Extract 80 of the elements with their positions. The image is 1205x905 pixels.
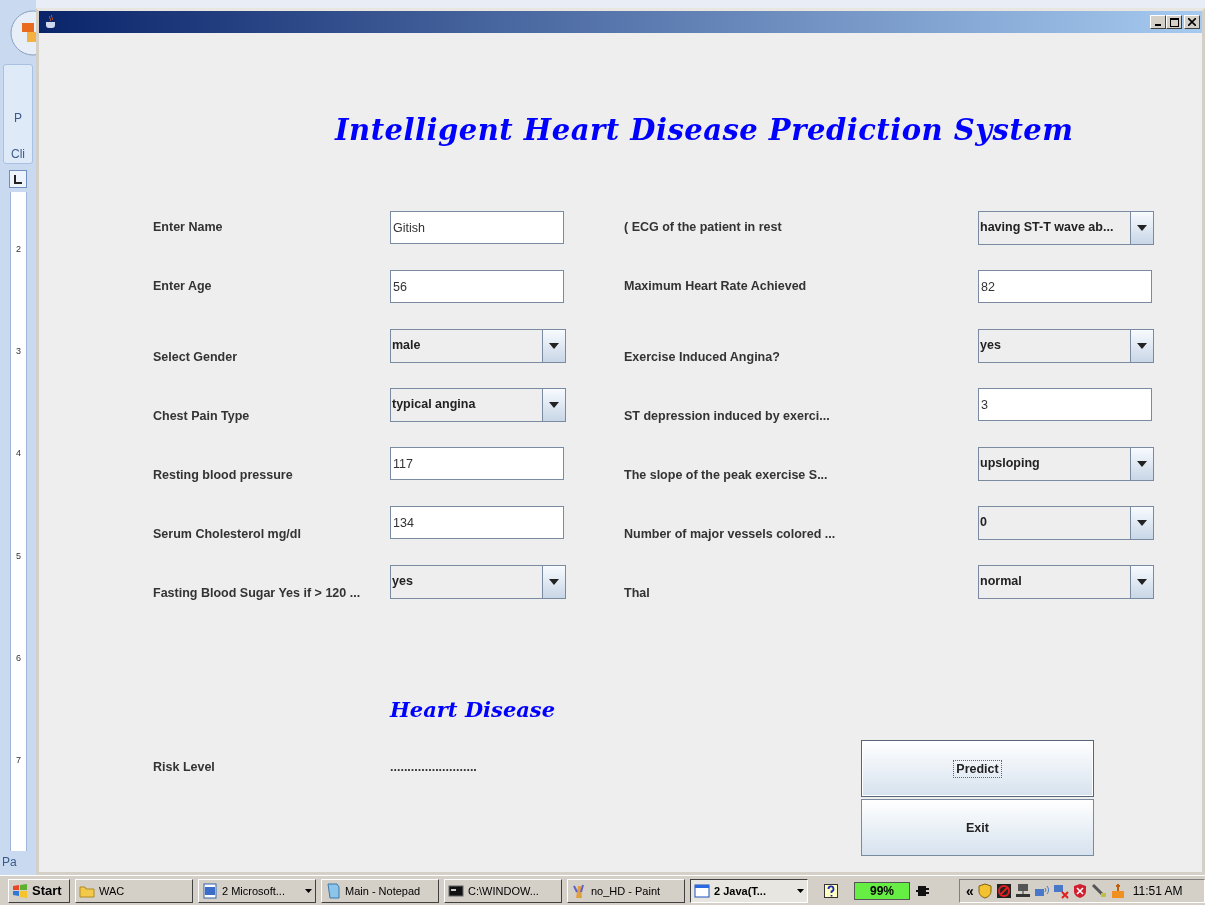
window-icon[interactable]	[694, 882, 710, 899]
ruler-number: 6	[16, 652, 21, 663]
field-label: Resting blood pressure	[153, 468, 293, 482]
field-label: ST depression induced by exerci...	[624, 409, 830, 423]
dropdown[interactable]: 0	[978, 506, 1154, 540]
ribbon-label: Cli	[11, 147, 25, 161]
tab-selector-icon[interactable]	[9, 170, 27, 188]
field-label: ( ECG of the patient in rest	[624, 220, 782, 234]
paint-icon[interactable]	[571, 882, 587, 899]
field-label: Maximum Heart Rate Achieved	[624, 279, 807, 293]
security-icon[interactable]	[1071, 882, 1088, 899]
taskbar-button[interactable]: 2 Java(T...	[690, 878, 808, 903]
terminal-icon[interactable]	[448, 882, 464, 899]
field-label: Enter Age	[153, 279, 212, 293]
exit-button[interactable]: Exit	[861, 799, 1094, 856]
app-heading: Intelligent Heart Disease Prediction System	[335, 112, 1074, 149]
close-icon[interactable]	[1188, 18, 1196, 26]
input-field[interactable]: 82	[978, 270, 1152, 303]
result-heading: Heart Disease	[390, 697, 556, 722]
notepad-icon[interactable]	[325, 882, 341, 899]
input-field[interactable]: 134	[390, 506, 564, 539]
result-value: .........................	[390, 760, 477, 774]
network-error-icon[interactable]	[1052, 882, 1069, 899]
dropdown[interactable]: yes	[390, 565, 566, 599]
dropdown[interactable]: having ST-T wave ab...	[978, 211, 1154, 245]
field-label: Exercise Induced Angina?	[624, 350, 780, 364]
status-label: Pa	[1, 854, 18, 871]
caret-icon[interactable]	[549, 579, 559, 585]
taskbar-button[interactable]: C:\WINDOW...	[444, 878, 562, 903]
field-label: Fasting Blood Sugar Yes if > 120 ...	[153, 586, 361, 600]
field-label: Select Gender	[153, 350, 238, 364]
dropdown[interactable]: typical angina	[390, 388, 566, 422]
usb-icon[interactable]	[1090, 882, 1107, 899]
dropdown[interactable]: upsloping	[978, 447, 1154, 481]
taskbar-button[interactable]: WAC	[75, 878, 193, 903]
blocked-icon[interactable]	[995, 882, 1012, 899]
caret-icon[interactable]	[1137, 225, 1147, 231]
predict-button[interactable]: Predict	[861, 740, 1094, 797]
field-label: Number of major vessels colored ...	[624, 527, 836, 541]
caret-icon[interactable]	[797, 888, 804, 893]
ruler-number: 2	[16, 244, 21, 255]
ribbon-label: P	[14, 111, 22, 125]
tray-expand-button[interactable]: «	[966, 882, 974, 899]
input-field[interactable]: Gitish	[390, 211, 564, 244]
dropdown[interactable]: normal	[978, 565, 1154, 599]
windows-logo-icon[interactable]	[12, 882, 28, 899]
network-icon[interactable]	[1014, 882, 1031, 899]
input-field[interactable]: 3	[978, 388, 1152, 421]
clock: 11:51 AM	[1132, 883, 1183, 898]
dropdown[interactable]: yes	[978, 329, 1154, 363]
field-label: Serum Cholesterol mg/dl	[153, 527, 301, 541]
caret-icon[interactable]	[1137, 579, 1147, 585]
field-label: Thal	[624, 586, 650, 600]
document-icon[interactable]	[202, 882, 218, 899]
caret-icon[interactable]	[1137, 520, 1147, 526]
update-icon[interactable]	[1109, 882, 1126, 899]
close-button[interactable]	[1184, 15, 1200, 29]
caret-icon[interactable]	[1137, 343, 1147, 349]
minimize-button[interactable]	[1150, 15, 1166, 29]
taskbar-button[interactable]: 2 Microsoft...	[198, 878, 316, 903]
dropdown[interactable]: male	[390, 329, 566, 363]
field-label: Risk Level	[153, 760, 215, 774]
taskbar-button[interactable]: Main - Notepad	[321, 878, 439, 903]
field-label: Enter Name	[153, 220, 223, 234]
taskbar-button[interactable]: no_HD - Paint	[567, 878, 685, 903]
help-icon[interactable]	[823, 882, 839, 899]
field-label: Chest Pain Type	[153, 409, 250, 423]
caret-icon[interactable]	[549, 343, 559, 349]
caret-icon[interactable]	[549, 402, 559, 408]
ruler-number: 4	[16, 448, 21, 459]
input-field[interactable]: 117	[390, 447, 564, 480]
start-button[interactable]: Start	[8, 878, 70, 903]
field-label: The slope of the peak exercise S...	[624, 468, 828, 482]
ruler-number: 5	[16, 550, 21, 561]
ruler-number: 3	[16, 346, 21, 357]
caret-icon[interactable]	[1137, 461, 1147, 467]
battery-indicator[interactable]: 99%	[854, 881, 910, 900]
input-field[interactable]: 56	[390, 270, 564, 303]
ruler-number: 7	[16, 754, 21, 765]
caret-icon[interactable]	[305, 888, 312, 893]
